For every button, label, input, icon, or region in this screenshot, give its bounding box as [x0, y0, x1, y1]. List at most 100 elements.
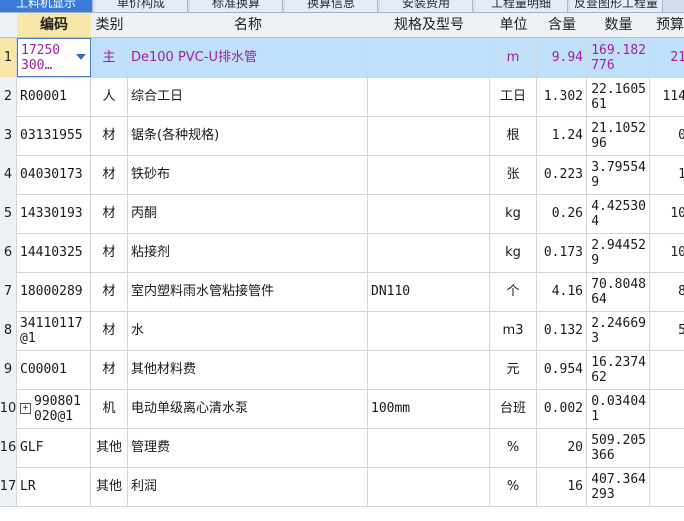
unit-cell[interactable]: 个 [490, 272, 537, 311]
type-cell[interactable]: 材 [91, 311, 128, 350]
tab-4[interactable]: 安装费用 [380, 0, 473, 12]
tab-6[interactable]: 反查图形工程量 [570, 0, 663, 12]
tab-2[interactable]: 标准换算 [190, 0, 283, 12]
name-cell[interactable]: 粘接剂 [128, 233, 368, 272]
quantity-cell[interactable]: 2.24669 3 [587, 311, 650, 350]
content-cell[interactable]: 16 [537, 467, 587, 506]
code-cell[interactable]: 34110117 @1 [17, 311, 91, 350]
name-cell[interactable]: De100 PVC-U排水管 [128, 38, 368, 77]
tab-5[interactable]: 工程量明细 [475, 0, 568, 12]
header-name[interactable]: 名称 [128, 13, 369, 38]
unit-cell[interactable]: m3 [490, 311, 537, 350]
unit-cell[interactable]: kg [490, 233, 537, 272]
spec-cell[interactable] [368, 311, 490, 350]
name-cell[interactable]: 综合工日 [128, 77, 368, 116]
budget-cell[interactable]: 21 [650, 38, 684, 77]
quantity-cell[interactable]: 2.94452 9 [587, 233, 650, 272]
table-row[interactable]: 614410325材粘接剂 kg0.1732.94452 910 [0, 233, 684, 273]
name-cell[interactable]: 室内塑料雨水管粘接管件 [128, 272, 368, 311]
unit-cell[interactable]: 根 [490, 116, 537, 155]
quantity-cell[interactable]: 4.42530 4 [587, 194, 650, 233]
table-row[interactable]: 1 17250 300… 主 De100 PVC-U排水管 m 9.94 169.182 7… [0, 38, 684, 78]
header-type[interactable]: 类别 [91, 13, 129, 38]
unit-cell[interactable]: kg [490, 194, 537, 233]
budget-cell[interactable]: 10 [650, 233, 684, 272]
spec-cell[interactable] [368, 38, 490, 77]
spec-cell[interactable] [368, 194, 490, 233]
spec-cell[interactable] [368, 467, 490, 506]
tab-0[interactable]: 工料机显示 [0, 0, 93, 12]
unit-cell[interactable]: 元 [490, 350, 537, 389]
code-cell[interactable]: R00001 [17, 77, 91, 116]
type-cell[interactable]: 材 [91, 350, 128, 389]
type-cell[interactable]: 其他 [91, 428, 128, 467]
quantity-cell[interactable]: 407.364 293 [587, 467, 650, 506]
type-cell[interactable]: 主 [91, 38, 128, 77]
quantity-cell[interactable]: 0.03404 1 [587, 389, 650, 428]
name-cell[interactable]: 水 [128, 311, 368, 350]
name-cell[interactable]: 锯条(各种规格) [128, 116, 368, 155]
spec-cell[interactable] [368, 77, 490, 116]
type-cell[interactable]: 材 [91, 194, 128, 233]
budget-cell[interactable] [650, 389, 684, 428]
unit-cell[interactable]: 张 [490, 155, 537, 194]
budget-cell[interactable]: 5 [650, 311, 684, 350]
table-row[interactable]: 7 18000289 材室内塑料雨水管粘接管件 DN110 个 4.16 70.8048 6… [0, 272, 684, 312]
code-cell[interactable]: GLF [17, 428, 91, 467]
table-row[interactable]: 2 R00001 人综合工日 工日 1.302 22.1605 61 114 [0, 77, 684, 117]
header-spec[interactable]: 规格及型号 [368, 13, 491, 38]
code-cell[interactable]: 04030173 [17, 155, 91, 194]
name-cell[interactable]: 其他材料费 [128, 350, 368, 389]
code-cell[interactable]: 14410325 [17, 233, 91, 272]
spec-cell[interactable] [368, 155, 490, 194]
table-row[interactable]: 10 +990801 020@1 机电动单级离心清水泵 100mm 台班 0.002 0.0… [0, 389, 684, 429]
type-cell[interactable]: 其他 [91, 467, 128, 506]
code-cell[interactable]: 17250 300… [17, 38, 91, 77]
code-cell[interactable]: +990801 020@1 [17, 389, 91, 428]
content-cell[interactable]: 0.132 [537, 311, 587, 350]
code-cell[interactable]: 18000289 [17, 272, 91, 311]
spec-cell[interactable] [368, 428, 490, 467]
unit-cell[interactable]: m [490, 38, 537, 77]
table-row[interactable]: 16 GLF 其他 管理费% 20 509.205 366 [0, 428, 684, 468]
content-cell[interactable]: 9.94 [537, 38, 587, 77]
content-cell[interactable]: 0.002 [537, 389, 587, 428]
unit-cell[interactable]: % [490, 428, 537, 467]
budget-cell[interactable]: 0 [650, 116, 684, 155]
type-cell[interactable]: 人 [91, 77, 128, 116]
spec-cell[interactable]: DN110 [368, 272, 490, 311]
spec-cell[interactable] [368, 350, 490, 389]
spec-cell[interactable] [368, 233, 490, 272]
budget-cell[interactable] [650, 467, 684, 506]
quantity-cell[interactable]: 16.2374 62 [587, 350, 650, 389]
content-cell[interactable]: 0.26 [537, 194, 587, 233]
tab-3[interactable]: 换算信息 [285, 0, 378, 12]
unit-cell[interactable]: % [490, 467, 537, 506]
content-cell[interactable]: 1.302 [537, 77, 587, 116]
code-cell[interactable]: 14330193 [17, 194, 91, 233]
header-unit[interactable]: 单位 [490, 13, 538, 38]
content-cell[interactable]: 20 [537, 428, 587, 467]
type-cell[interactable]: 材 [91, 233, 128, 272]
tab-1[interactable]: 单价构成 [95, 0, 188, 12]
content-cell[interactable]: 4.16 [537, 272, 587, 311]
unit-cell[interactable]: 工日 [490, 77, 537, 116]
table-row[interactable]: 834110117 @1材水 m30.1322.24669 35 [0, 311, 684, 351]
quantity-cell[interactable]: 70.8048 64 [587, 272, 650, 311]
spec-cell[interactable]: 100mm [368, 389, 490, 428]
content-cell[interactable]: 0.954 [537, 350, 587, 389]
code-cell[interactable]: 03131955 [17, 116, 91, 155]
type-cell[interactable]: 材 [91, 116, 128, 155]
budget-cell[interactable]: 1 [650, 155, 684, 194]
name-cell[interactable]: 丙酮 [128, 194, 368, 233]
table-row[interactable]: 17 LR 其他 利润% 16 407.364 293 [0, 467, 684, 507]
dropdown-arrow-icon[interactable] [76, 54, 86, 60]
expand-icon[interactable]: + [20, 403, 31, 414]
name-cell[interactable]: 铁砂布 [128, 155, 368, 194]
quantity-cell[interactable]: 21.1052 96 [587, 116, 650, 155]
quantity-cell[interactable]: 509.205 366 [587, 428, 650, 467]
name-cell[interactable]: 利润 [128, 467, 368, 506]
header-budget[interactable]: 预算 [650, 13, 684, 38]
type-cell[interactable]: 机 [91, 389, 128, 428]
spec-cell[interactable] [368, 116, 490, 155]
